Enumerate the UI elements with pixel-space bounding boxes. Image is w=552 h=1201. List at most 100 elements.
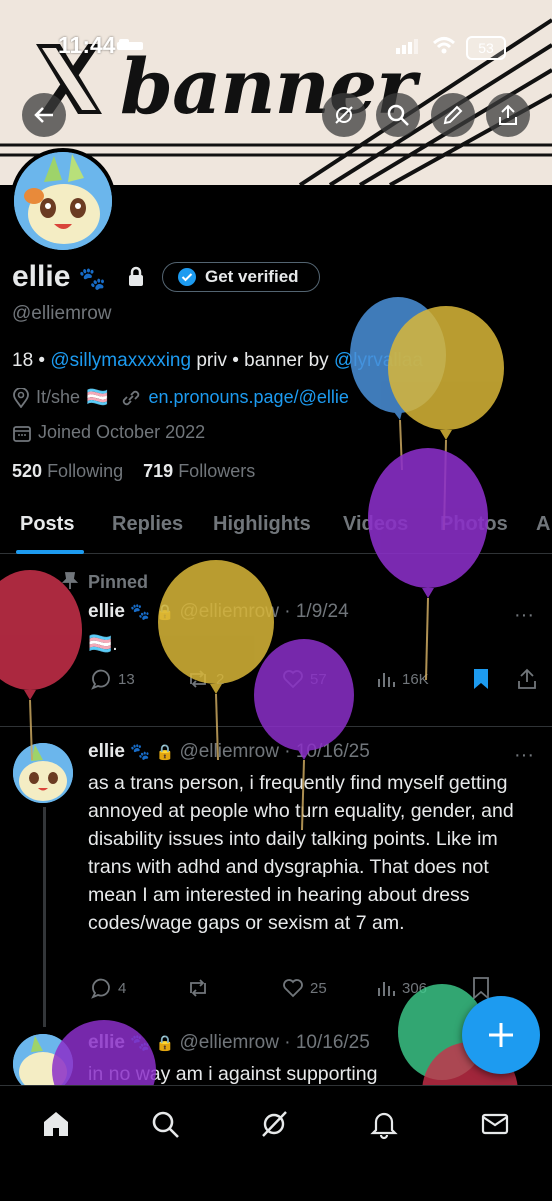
avatar-image <box>13 743 73 803</box>
bio-middle: priv • banner by <box>191 350 334 371</box>
search-icon <box>387 104 409 126</box>
views-button[interactable]: 16K <box>376 668 429 690</box>
location-pin-icon <box>13 387 29 408</box>
heart-icon <box>283 979 303 998</box>
nav-search[interactable] <box>145 1104 185 1144</box>
post-handle: @elliemrow <box>179 601 279 622</box>
followers-label: Followers <box>178 461 256 481</box>
repost-icon <box>190 979 206 997</box>
compose-post-button[interactable] <box>462 996 540 1074</box>
grok-icon <box>262 1111 287 1137</box>
profile-tabs: Posts Replies Highlights Videos Photos A <box>0 495 552 554</box>
views-icon <box>378 673 395 687</box>
trans-flag-emoji: 🏳️‍⚧️ <box>86 387 109 407</box>
follow-stats: 520 Following 719 Followers <box>12 461 255 482</box>
more-options-icon[interactable]: ··· <box>514 604 534 627</box>
view-count: 306 <box>402 979 428 997</box>
bio-credit-link[interactable]: @lyrvallaa <box>334 350 423 371</box>
reply-icon <box>91 669 110 690</box>
reply-count: 4 <box>118 979 127 997</box>
tab-articles[interactable]: A <box>536 513 550 536</box>
back-button[interactable] <box>22 93 66 137</box>
post-date: · 10/16/25 <box>284 741 370 762</box>
post-author-avatar[interactable] <box>13 743 73 803</box>
get-verified-button[interactable]: Get verified <box>162 262 320 292</box>
post-date: · 10/16/25 <box>284 1032 370 1053</box>
display-name: ellie 🐾 <box>12 260 106 294</box>
repost-button[interactable] <box>186 977 216 999</box>
repost-button[interactable]: 2 <box>186 668 224 690</box>
post-header: ellie 🐾 🔒 @elliemrow · 1/9/24 <box>88 601 349 623</box>
avatar-image <box>13 1034 73 1085</box>
following-link[interactable]: 520 Following <box>12 461 123 481</box>
plus-icon <box>489 1023 513 1047</box>
bed-icon <box>117 39 143 50</box>
repost-icon <box>190 670 206 688</box>
grok-button[interactable] <box>322 93 366 137</box>
tab-photos[interactable]: Photos <box>440 513 508 536</box>
post-item[interactable]: ellie 🐾 🔒 @elliemrow · 10/16/25 ··· as a… <box>0 727 552 1027</box>
bell-icon <box>370 1112 398 1140</box>
signal-icon <box>396 39 418 54</box>
post-header: ellie 🐾 🔒 @elliemrow · 10/16/25 <box>88 1032 370 1054</box>
view-count: 16K <box>402 670 429 688</box>
calendar-icon <box>13 425 31 442</box>
grok-icon <box>335 106 353 124</box>
pin-icon <box>62 572 78 589</box>
reply-button[interactable]: 13 <box>90 668 135 690</box>
tab-replies[interactable]: Replies <box>112 513 183 536</box>
avatar-image <box>14 152 112 250</box>
more-options-icon[interactable]: ··· <box>514 744 534 767</box>
followers-link[interactable]: 719 Followers <box>143 461 255 481</box>
views-icon <box>378 982 395 996</box>
nav-messages[interactable] <box>475 1104 515 1144</box>
bottom-nav <box>0 1085 552 1201</box>
nav-notifications[interactable] <box>364 1104 404 1144</box>
joined-date: Joined October 2022 <box>38 422 206 442</box>
edit-button[interactable] <box>431 93 475 137</box>
display-name-text: ellie <box>12 260 71 293</box>
wifi-icon <box>432 37 456 54</box>
like-button[interactable]: 25 <box>282 977 327 999</box>
share-button[interactable] <box>486 93 530 137</box>
verified-badge-icon <box>178 268 196 286</box>
post-author-avatar[interactable] <box>13 1034 73 1085</box>
share-icon[interactable] <box>516 668 538 690</box>
profile-avatar[interactable] <box>10 148 116 254</box>
back-arrow-icon <box>34 107 53 123</box>
search-icon <box>152 1111 179 1138</box>
like-button[interactable]: 57 <box>282 668 327 690</box>
bio-mention-link[interactable]: @sillymaxxxxing <box>50 350 191 371</box>
pronouns: It/she <box>36 387 81 407</box>
post-handle: @elliemrow <box>179 1032 279 1053</box>
bookmark-filled-icon[interactable] <box>472 668 490 690</box>
thread-line <box>43 807 46 1027</box>
nav-home[interactable] <box>36 1104 76 1144</box>
tab-posts[interactable]: Posts <box>20 513 74 536</box>
home-icon <box>44 1112 68 1136</box>
post-author-name: ellie <box>88 601 125 622</box>
like-count: 57 <box>310 670 327 688</box>
post-handle: @elliemrow <box>179 741 279 762</box>
reply-button[interactable]: 4 <box>90 977 126 999</box>
paw-emoji: 🐾 <box>130 604 151 621</box>
paw-emoji: 🐾 <box>78 266 107 291</box>
pinned-post[interactable]: Pinned ellie 🐾 🔒 @elliemrow · 1/9/24 ···… <box>0 556 552 726</box>
tab-highlights[interactable]: Highlights <box>213 513 311 536</box>
nav-grok[interactable] <box>254 1104 294 1144</box>
reply-count: 13 <box>118 670 135 688</box>
post-text: in no way am i against supporting <box>88 1063 378 1085</box>
balloon-blue-icon <box>350 297 446 471</box>
tab-videos[interactable]: Videos <box>343 513 408 536</box>
bookmark-icon[interactable] <box>472 977 490 999</box>
post-header: ellie 🐾 🔒 @elliemrow · 10/16/25 <box>88 741 370 763</box>
website-link[interactable]: en.pronouns.page/@ellie <box>148 387 348 408</box>
search-button[interactable] <box>376 93 420 137</box>
lock-icon <box>129 266 143 286</box>
joined-row: Joined October 2022 <box>12 422 205 443</box>
following-count: 520 <box>12 461 43 481</box>
bio: 18 • @sillymaxxxxing priv • banner by @l… <box>12 350 423 372</box>
heart-icon <box>283 670 303 689</box>
battery-indicator: 53 <box>466 36 506 60</box>
views-button[interactable]: 306 <box>376 977 427 999</box>
